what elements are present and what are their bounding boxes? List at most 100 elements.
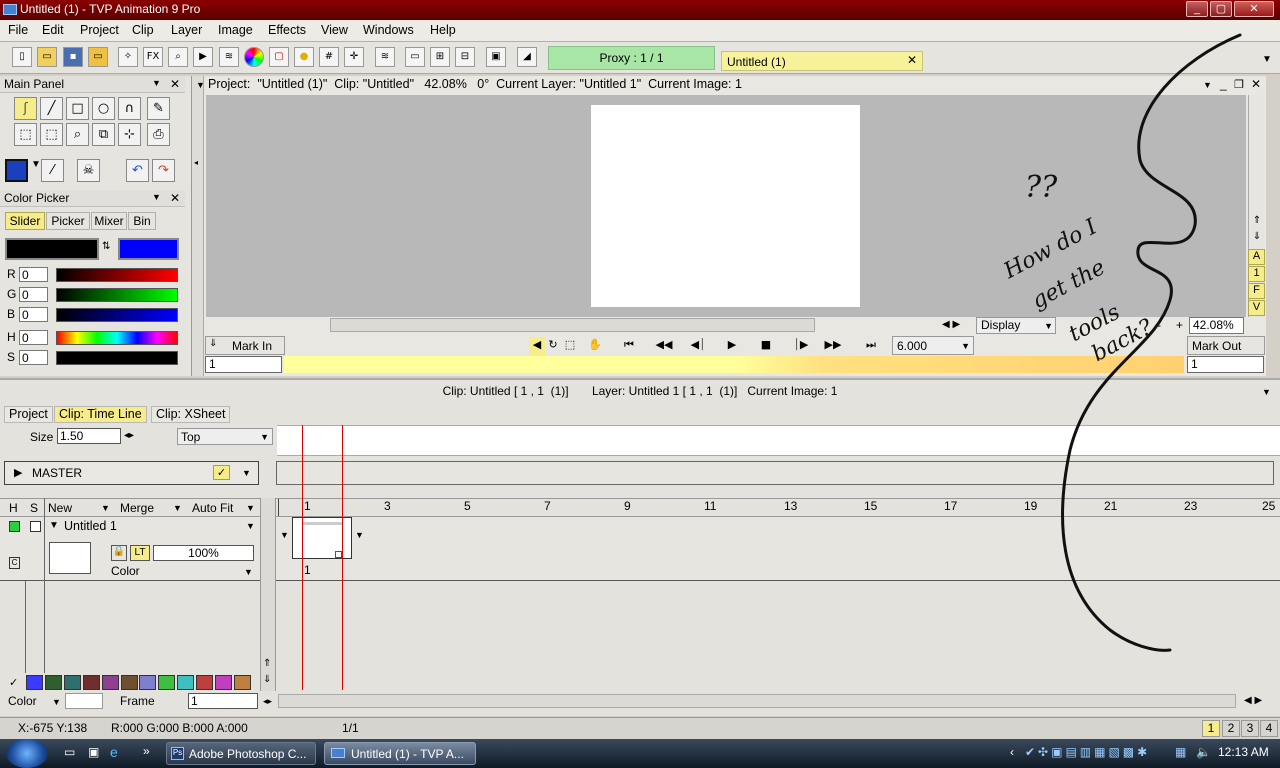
panel-splitter[interactable]: ◂ xyxy=(192,76,204,376)
tab-project[interactable]: Project xyxy=(4,406,53,423)
clock[interactable]: 12:13 AM xyxy=(1218,745,1269,759)
split-view-icon[interactable]: ⊟ xyxy=(455,47,475,67)
color-swatch[interactable] xyxy=(158,675,176,690)
playhead-end-line[interactable] xyxy=(342,425,343,690)
merge-dropdown[interactable]: Merge xyxy=(120,501,154,515)
taskbar-tvp[interactable]: Untitled (1) - TVP A... xyxy=(324,742,476,765)
color-preview[interactable] xyxy=(65,693,103,709)
fast-forward-icon[interactable]: ▶▶ xyxy=(819,337,847,355)
lock-icon[interactable]: 🔒 xyxy=(111,545,127,561)
swap-colors-icon[interactable]: ⇅ xyxy=(102,241,110,252)
ellipse-tool-icon[interactable]: ○ xyxy=(92,97,115,120)
main-panel-close-icon[interactable]: ✕ xyxy=(170,77,180,91)
network-icon[interactable]: ▦ xyxy=(1175,745,1186,759)
slider-s-track[interactable] xyxy=(56,351,178,365)
workspace-button-2[interactable]: 2 xyxy=(1222,720,1240,737)
show-desktop-icon[interactable]: ▭ xyxy=(64,745,75,759)
merge-dropdown-icon[interactable]: ▼ xyxy=(173,503,182,513)
header-h[interactable]: H xyxy=(9,501,18,515)
layer-name[interactable]: Untitled 1 xyxy=(64,519,117,533)
loop-icon[interactable]: ↻ xyxy=(546,337,560,355)
timeline-scroll-arrows-icon[interactable]: ◀ ▶ xyxy=(1244,695,1262,706)
tab-clip-timeline[interactable]: Clip: Time Line xyxy=(54,406,147,423)
workspace-button-4[interactable]: 4 xyxy=(1260,720,1278,737)
background-color-swatch[interactable] xyxy=(118,238,179,260)
prev-frame-icon[interactable]: ◀⏐ xyxy=(686,337,710,355)
swatch-check-icon[interactable]: ✓ xyxy=(9,676,18,689)
open-folder-icon[interactable]: ▭ xyxy=(37,47,57,67)
zoom-icon[interactable]: ⌕ xyxy=(168,47,188,67)
horizontal-scrollbar[interactable] xyxy=(330,318,815,332)
last-frame-icon[interactable]: ⏭ xyxy=(859,337,883,355)
slider-s-value[interactable]: 0 xyxy=(19,350,48,365)
color-swatch[interactable] xyxy=(101,675,119,690)
guides-icon[interactable]: ✛ xyxy=(344,47,364,67)
menu-layer[interactable]: Layer xyxy=(171,23,202,37)
sound-icon[interactable]: ◀ xyxy=(529,337,545,355)
layer-solo-icon[interactable] xyxy=(30,521,41,532)
slider-b-track[interactable] xyxy=(56,308,178,322)
fx-icon[interactable]: FX xyxy=(143,47,163,67)
quad-view-icon[interactable]: ⊞ xyxy=(430,47,450,67)
menu-project[interactable]: Project xyxy=(80,23,119,37)
color-swatch[interactable] xyxy=(139,675,157,690)
rect-select-tool-icon[interactable]: ⬚ xyxy=(14,123,37,146)
color-swatch[interactable] xyxy=(120,675,138,690)
freehand-tool-icon[interactable]: ʃ xyxy=(14,97,37,120)
proxy-indicator[interactable]: Proxy : 1 / 1 xyxy=(548,46,715,70)
size-field[interactable]: 1.50 xyxy=(57,428,121,444)
color-swatch[interactable] xyxy=(196,675,214,690)
frame-cell-handle[interactable] xyxy=(335,551,342,558)
color-swatch[interactable] xyxy=(177,675,195,690)
redo-icon[interactable]: ↷ xyxy=(152,159,175,182)
eraser-tool-icon[interactable]: ✎ xyxy=(147,97,170,120)
menu-edit[interactable]: Edit xyxy=(42,23,64,37)
minimize-button[interactable]: _ xyxy=(1186,1,1208,17)
layer-scroll-down-icon[interactable]: ⇓ xyxy=(263,674,271,685)
slider-r-track[interactable] xyxy=(56,268,178,282)
frame-cell[interactable] xyxy=(292,517,352,559)
light-bulb-icon[interactable]: ● xyxy=(294,47,314,67)
slider-g-value[interactable]: 0 xyxy=(19,287,48,302)
transform-tool-icon[interactable]: ⊹ xyxy=(118,123,141,146)
master-check-icon[interactable]: ✓ xyxy=(213,465,230,480)
bezier-tool-icon[interactable]: ∩ xyxy=(118,97,141,120)
hand-icon[interactable]: ✋ xyxy=(583,337,607,355)
monitor-icon[interactable]: ▣ xyxy=(486,47,506,67)
master-row[interactable]: ▶ MASTER ✓ ▼ xyxy=(4,461,259,485)
track-right-icon[interactable]: ▼ xyxy=(355,530,364,540)
mark-in-arrow-icon[interactable]: ⇓ xyxy=(209,338,217,349)
menu-effects[interactable]: Effects xyxy=(268,23,306,37)
play-button-icon[interactable]: ▶ xyxy=(720,337,744,355)
tab-picker[interactable]: Picker xyxy=(46,212,90,230)
system-tray-icons[interactable]: ✔✣▣▤▥▦▧▩✱ xyxy=(1025,745,1150,759)
size-spinner-icon[interactable]: ◂▸ xyxy=(124,430,134,441)
panel-menu-icon[interactable]: ▼ xyxy=(152,78,161,88)
crop-tool-icon[interactable]: ⧉ xyxy=(92,123,115,146)
color-wheel-icon[interactable] xyxy=(244,47,264,67)
undo-icon[interactable]: ↶ xyxy=(126,159,149,182)
stack-icon[interactable]: ≋ xyxy=(375,47,395,67)
tab-clip-xsheet[interactable]: Clip: XSheet xyxy=(151,406,231,423)
tab-mixer[interactable]: Mixer xyxy=(91,212,127,230)
start-button[interactable] xyxy=(6,739,48,768)
layer-color-icon[interactable]: C xyxy=(9,557,20,569)
stop-icon[interactable]: ■ xyxy=(754,337,778,355)
lighttable-button[interactable]: LT xyxy=(130,545,150,561)
color-dropdown-icon[interactable]: ▼ xyxy=(52,697,61,707)
single-view-icon[interactable]: ▭ xyxy=(405,47,425,67)
slider-b-value[interactable]: 0 xyxy=(19,307,48,322)
color-swatch[interactable] xyxy=(215,675,232,690)
magic-wand-icon[interactable]: ✧ xyxy=(118,47,138,67)
foreground-color-swatch[interactable] xyxy=(5,238,99,260)
layers-icon[interactable]: ≋ xyxy=(219,47,239,67)
color-picker-close-icon[interactable]: ✕ xyxy=(170,191,180,205)
workspace-button-3[interactable]: 3 xyxy=(1241,720,1259,737)
scroll-left-icon[interactable]: ◀ ▶ xyxy=(942,319,960,330)
grid-icon[interactable]: # xyxy=(319,47,339,67)
close-tab-icon[interactable]: ✕ xyxy=(907,53,917,67)
menu-windows[interactable]: Windows xyxy=(363,23,414,37)
maximize-button[interactable]: ▢ xyxy=(1210,1,1232,17)
eyedropper-icon[interactable]: ⁄ xyxy=(41,159,64,182)
zoom-tool-icon[interactable]: ⌕ xyxy=(66,123,89,146)
